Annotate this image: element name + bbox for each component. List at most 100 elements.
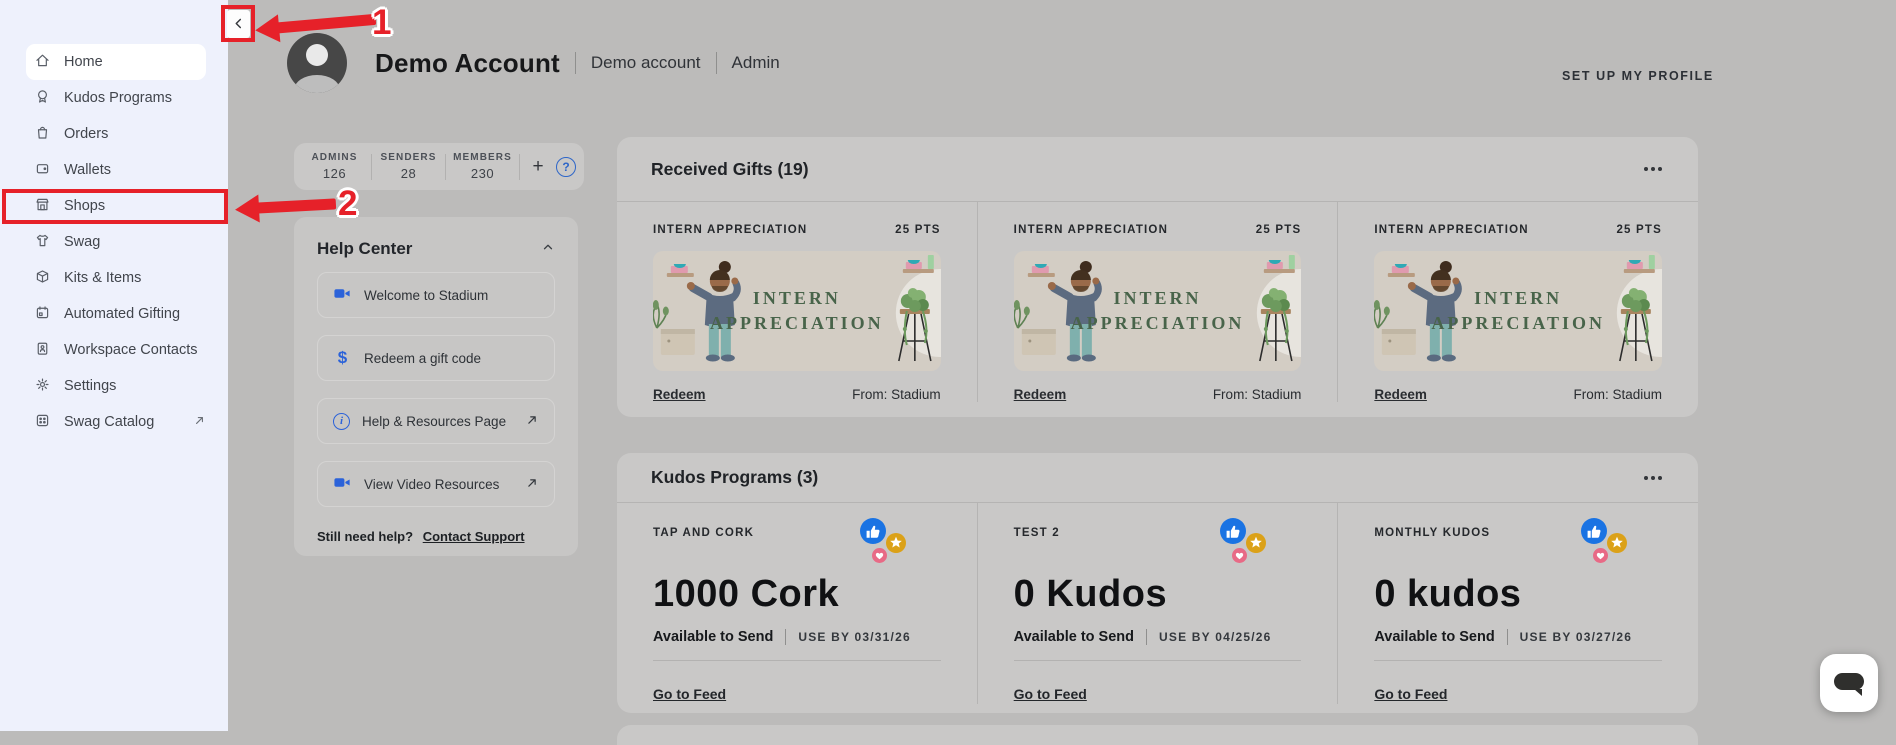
sidebar-item-swag[interactable]: Swag	[0, 224, 228, 260]
video-camera-icon	[333, 473, 352, 495]
sidebar-item-label: Wallets	[64, 162, 111, 178]
kudos-balance: 0 kudos	[1374, 573, 1662, 616]
help-item-welcome[interactable]: Welcome to Stadium	[317, 272, 555, 318]
divider	[1507, 629, 1508, 645]
reactions-icons	[1574, 517, 1636, 573]
collapse-sidebar-button[interactable]	[227, 10, 250, 38]
sidebar-item-kits-items[interactable]: Kits & Items	[0, 260, 228, 296]
stats-help-button[interactable]: ?	[556, 157, 576, 177]
stat-admins: ADMINS 126	[298, 153, 371, 180]
help-item-label: Welcome to Stadium	[364, 288, 488, 303]
plus-icon: +	[532, 156, 543, 177]
help-item-video-resources[interactable]: View Video Resources	[317, 461, 555, 507]
sidebar-item-kudos-programs[interactable]: Kudos Programs	[0, 80, 228, 116]
sidebar-item-label: Workspace Contacts	[64, 342, 198, 358]
divider	[653, 660, 941, 661]
video-camera-icon	[333, 284, 352, 306]
divider	[1146, 629, 1147, 645]
sidebar-item-label: Kudos Programs	[64, 90, 172, 106]
kudos-balance: 0 Kudos	[1014, 573, 1302, 616]
sidebar-item-label: Swag	[64, 234, 100, 250]
gift-points: 25 PTS	[895, 224, 941, 236]
workspace-contacts-icon	[34, 340, 51, 361]
page-title: Demo Account	[375, 48, 560, 79]
sidebar-item-workspace-contacts[interactable]: Workspace Contacts	[0, 332, 228, 368]
stat-senders: SENDERS 28	[372, 153, 445, 180]
available-to-send-label: Available to Send	[1014, 629, 1134, 645]
sidebar-item-label: Settings	[64, 378, 116, 394]
gift-name: INTERN APPRECIATION	[1014, 224, 1168, 236]
help-item-redeem-code[interactable]: $ Redeem a gift code	[317, 335, 555, 381]
external-link-icon	[525, 413, 539, 430]
overflow-menu-icon[interactable]	[1642, 470, 1664, 486]
chat-bubble-icon	[1834, 673, 1864, 690]
gift-sender: From: Stadium	[852, 387, 941, 402]
use-by-label: USE BY 04/25/26	[1159, 630, 1272, 644]
use-by-label: USE BY 03/27/26	[1520, 630, 1633, 644]
home-icon	[34, 52, 51, 73]
sidebar-item-home[interactable]: Home	[26, 44, 206, 80]
divider	[519, 154, 520, 180]
go-to-feed-link[interactable]: Go to Feed	[1014, 686, 1087, 702]
gift-card: INTERN APPRECIATION 25 PTS INTERN APPREC…	[1337, 202, 1698, 402]
help-item-label: View Video Resources	[364, 477, 499, 492]
chat-launcher-button[interactable]	[1820, 654, 1878, 712]
help-item-label: Help & Resources Page	[362, 414, 506, 429]
gift-card: INTERN APPRECIATION 25 PTS INTERN APPREC…	[977, 202, 1338, 402]
kudos-programs-panel: Kudos Programs (3) TAP AND CORK 1000 Cor…	[617, 453, 1698, 713]
divider	[1374, 660, 1662, 661]
chevron-up-icon[interactable]	[541, 240, 555, 259]
sidebar-item-settings[interactable]: Settings	[0, 368, 228, 404]
automated-gifting-icon	[34, 304, 51, 325]
sidebar-item-swag-catalog[interactable]: Swag Catalog	[0, 404, 228, 440]
sidebar-item-wallets[interactable]: Wallets	[0, 152, 228, 188]
add-members-button[interactable]: +	[526, 155, 550, 179]
set-up-profile-link[interactable]: SET UP MY PROFILE	[1562, 69, 1714, 83]
kudos-card: TEST 2 0 Kudos Available to Send USE BY …	[977, 503, 1338, 704]
external-link-icon	[193, 414, 206, 431]
redeem-link[interactable]: Redeem	[1374, 387, 1427, 402]
sidebar-item-orders[interactable]: Orders	[0, 116, 228, 152]
divider	[716, 52, 717, 74]
settings-gear-icon	[34, 376, 51, 397]
divider	[575, 52, 576, 74]
divider	[785, 629, 786, 645]
help-item-resources-page[interactable]: i Help & Resources Page	[317, 398, 555, 444]
use-by-label: USE BY 03/31/26	[798, 630, 911, 644]
external-link-icon	[525, 476, 539, 493]
stat-label: MEMBERS	[446, 153, 519, 163]
gift-points: 25 PTS	[1256, 224, 1302, 236]
kudos-programs-icon	[34, 88, 51, 109]
gift-caption: INTERN APPRECIATION	[1418, 286, 1618, 336]
gift-sender: From: Stadium	[1213, 387, 1302, 402]
divider	[1014, 660, 1302, 661]
gift-sender: From: Stadium	[1573, 387, 1662, 402]
annotation-number-1: 1	[372, 3, 391, 43]
next-panel-edge	[617, 725, 1698, 745]
swag-catalog-icon	[34, 412, 51, 433]
swag-icon	[34, 232, 51, 253]
kudos-balance: 1000 Cork	[653, 573, 941, 616]
go-to-feed-link[interactable]: Go to Feed	[653, 686, 726, 702]
info-icon: i	[333, 413, 350, 430]
stat-value: 28	[372, 167, 445, 180]
go-to-feed-link[interactable]: Go to Feed	[1374, 686, 1447, 702]
sidebar-item-automated-gifting[interactable]: Automated Gifting	[0, 296, 228, 332]
contact-support-link[interactable]: Contact Support	[423, 529, 525, 544]
available-to-send-label: Available to Send	[653, 629, 773, 645]
kudos-card: MONTHLY KUDOS 0 kudos Available to Send …	[1337, 503, 1698, 704]
help-center-card: Help Center Welcome to Stadium $ Redeem …	[294, 217, 578, 556]
stat-members: MEMBERS 230	[446, 153, 519, 180]
wallets-icon	[34, 160, 51, 181]
redeem-link[interactable]: Redeem	[1014, 387, 1067, 402]
role-label: Admin	[732, 53, 780, 73]
sidebar-item-shops[interactable]: Shops	[0, 188, 228, 224]
kudos-card: TAP AND CORK 1000 Cork Available to Send…	[617, 503, 977, 704]
sidebar-item-label: Home	[64, 54, 103, 70]
sidebar-nav: Home Kudos Programs Orders Wallets Shops…	[0, 44, 228, 440]
workspace-name: Demo account	[591, 53, 701, 73]
gift-name: INTERN APPRECIATION	[653, 224, 807, 236]
overflow-menu-icon[interactable]	[1642, 161, 1664, 177]
redeem-link[interactable]: Redeem	[653, 387, 706, 402]
sidebar-item-label: Orders	[64, 126, 108, 142]
